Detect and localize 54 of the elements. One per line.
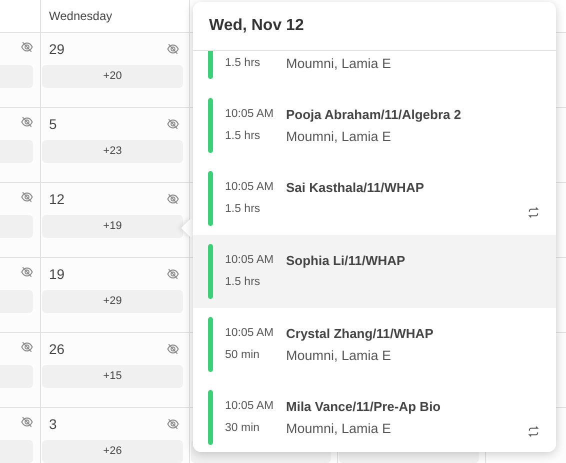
more-events-button[interactable]: +26: [42, 440, 183, 463]
eye-off-icon[interactable]: [166, 42, 180, 56]
eye-off-icon[interactable]: [20, 115, 34, 129]
event-duration: 1.5 hrs: [225, 129, 262, 144]
event-title: Sophia Li/11/WHAP: [286, 252, 406, 270]
event-title: Crystal Zhang/11/WHAP: [286, 325, 434, 344]
eye-off-icon[interactable]: [166, 192, 180, 206]
column-header: Wednesday: [49, 8, 112, 25]
event-duration: 1.5 hrs: [225, 202, 262, 218]
event-item[interactable]: 10:05 AM Mila Vance/11/Pre-Ap Bio 30 min Moumni, Lamia E: [193, 381, 556, 452]
popup-title: Wed, Nov 12: [209, 16, 304, 36]
event-title: Pooja Abraham/11/Algebra 2: [286, 106, 462, 124]
event-time: 10:05 AM: [225, 326, 275, 342]
event-time: 10:05 AM: [225, 107, 275, 122]
day-number[interactable]: 12: [49, 188, 65, 210]
day-number[interactable]: 5: [49, 114, 57, 134]
eye-off-icon[interactable]: [166, 417, 180, 431]
recurring-icon: [527, 206, 540, 219]
event-duration: 30 min: [225, 421, 261, 436]
event-title: Mila Vance/11/Pre-Ap Bio: [286, 398, 441, 416]
event-title: Sai Kasthala/11/WHAP: [286, 179, 424, 198]
eye-off-icon[interactable]: [166, 342, 180, 356]
eye-off-icon[interactable]: [20, 265, 34, 279]
eye-off-icon[interactable]: [20, 190, 34, 204]
event-duration: 1.5 hrs: [225, 275, 262, 290]
event-organizer: Moumni, Lamia E: [286, 346, 392, 365]
event-time: 10:05 AM: [225, 399, 275, 414]
more-events-button[interactable]: +20: [42, 65, 183, 88]
day-number[interactable]: 3: [49, 414, 57, 434]
event-item[interactable]: 10:05 AM Crystal Zhang/11/WHAP 50 min Moumni, Lamia E: [193, 308, 556, 381]
eye-off-icon[interactable]: [20, 415, 34, 429]
eye-off-icon[interactable]: [166, 267, 180, 281]
eye-off-icon[interactable]: [166, 117, 180, 131]
event-duration: 1.5 hrs: [225, 56, 262, 72]
event-item[interactable]: 1.5 hrs Moumni, Lamia E: [193, 51, 556, 89]
eye-off-icon[interactable]: [20, 40, 34, 54]
event-organizer: Moumni, Lamia E: [286, 54, 392, 73]
event-organizer: Moumni, Lamia E: [286, 420, 392, 438]
day-number[interactable]: 29: [49, 38, 65, 60]
day-number[interactable]: 19: [49, 264, 65, 284]
day-number[interactable]: 26: [49, 338, 65, 360]
more-events-button[interactable]: +19: [42, 215, 183, 238]
more-events-button[interactable]: +23: [42, 140, 183, 163]
recurring-icon: [527, 425, 540, 438]
event-duration: 50 min: [225, 348, 261, 364]
event-item[interactable]: 10:05 AM Pooja Abraham/11/Algebra 2 1.5 hrs Moumni, Lamia E: [193, 89, 556, 162]
eye-off-icon[interactable]: [20, 340, 34, 354]
event-organizer: Moumni, Lamia E: [286, 128, 392, 146]
more-events-button[interactable]: +15: [42, 365, 183, 388]
event-time: 10:05 AM: [225, 253, 275, 268]
event-item[interactable]: 10:05 AM Sophia Li/11/WHAP 1.5 hrs: [193, 235, 556, 308]
event-item[interactable]: 10:05 AM Sai Kasthala/11/WHAP 1.5 hrs: [193, 162, 556, 235]
event-time: 10:05 AM: [225, 180, 275, 196]
more-events-button[interactable]: +29: [42, 290, 183, 313]
